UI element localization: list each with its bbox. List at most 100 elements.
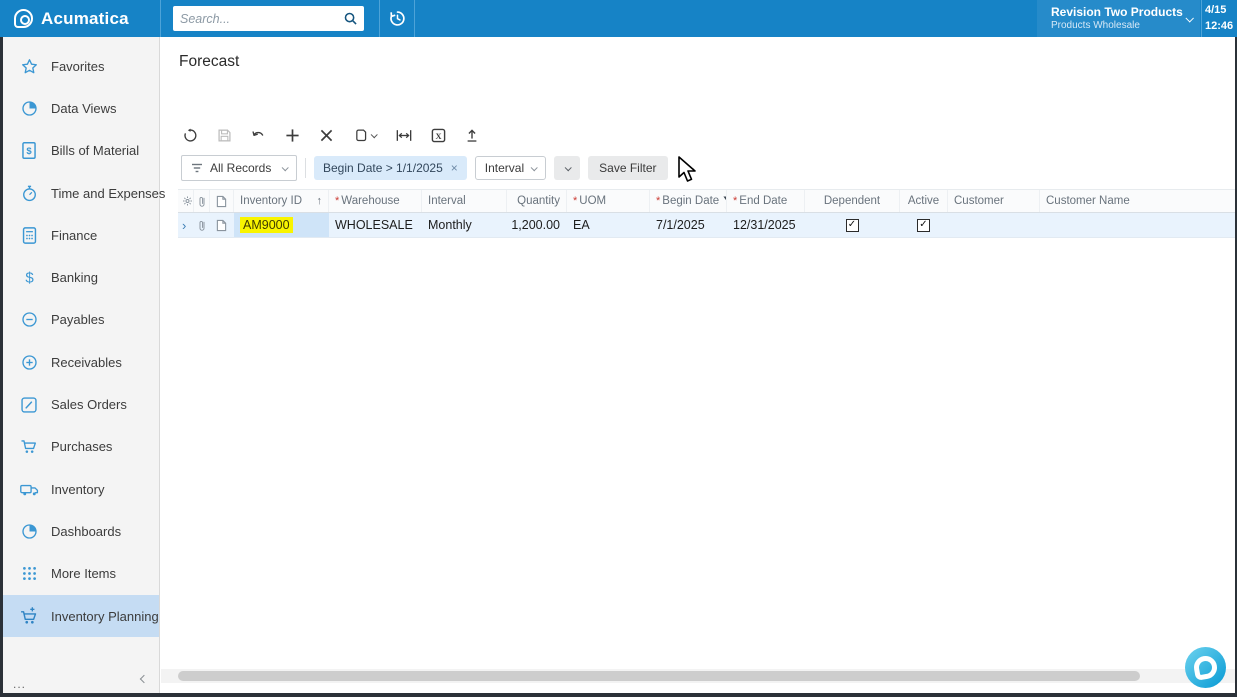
search-input[interactable] bbox=[180, 12, 344, 26]
topbar-divider bbox=[1201, 0, 1202, 37]
save-filter-button[interactable]: Save Filter bbox=[588, 156, 667, 180]
cell-quantity[interactable]: 1,200.00 bbox=[507, 213, 567, 237]
delete-row-button[interactable] bbox=[309, 121, 343, 149]
column-header-inventory-id[interactable]: Inventory ID↑ bbox=[234, 190, 329, 212]
datetime-display[interactable]: 4/15 12:46 bbox=[1205, 0, 1237, 37]
sort-asc-icon[interactable]: ↑ bbox=[317, 195, 323, 207]
column-header-warehouse[interactable]: *Warehouse bbox=[329, 190, 422, 212]
column-header-customer[interactable]: Customer bbox=[948, 190, 1040, 212]
sidebar-footer: ... bbox=[3, 673, 159, 691]
sidebar-item-finance[interactable]: Finance bbox=[3, 214, 159, 256]
history-button[interactable] bbox=[380, 0, 415, 37]
copy-icon bbox=[354, 128, 368, 143]
cell-uom[interactable]: EA bbox=[567, 213, 650, 237]
column-header-active[interactable]: Active bbox=[900, 190, 948, 212]
assistant-chat-bubble[interactable] bbox=[1185, 647, 1226, 688]
sidebar-item-dashboards[interactable]: Dashboards bbox=[3, 510, 159, 552]
sidebar-item-banking[interactable]: $ Banking bbox=[3, 256, 159, 298]
header-attachment-cell[interactable] bbox=[194, 190, 210, 212]
svg-text:$: $ bbox=[25, 269, 34, 286]
column-header-begin-date[interactable]: *Begin Date bbox=[650, 190, 727, 212]
sidebar-nav: Favorites Data Views $ Bills of Material… bbox=[3, 37, 159, 637]
fit-width-icon bbox=[396, 129, 412, 142]
acumatica-logo[interactable]: Acumatica bbox=[14, 0, 129, 37]
acumatica-logo-icon bbox=[14, 9, 33, 28]
copy-paste-button[interactable] bbox=[343, 121, 387, 149]
records-filter-dropdown[interactable]: All Records bbox=[181, 155, 297, 181]
sidebar-item-more-items[interactable]: More Items bbox=[3, 553, 159, 595]
sidebar-item-favorites[interactable]: Favorites bbox=[3, 45, 159, 87]
undo-button[interactable] bbox=[241, 121, 275, 149]
row-expand-button[interactable]: › bbox=[178, 213, 194, 237]
cell-dependent: ✓ bbox=[805, 213, 900, 237]
sidebar-item-purchases[interactable]: Purchases bbox=[3, 426, 159, 468]
grid-header-row: Inventory ID↑ *Warehouse Interval Quanti… bbox=[178, 189, 1235, 213]
horizontal-scrollbar-thumb[interactable] bbox=[178, 671, 1140, 681]
sidebar-item-data-views[interactable]: Data Views bbox=[3, 87, 159, 129]
fit-width-button[interactable] bbox=[387, 121, 421, 149]
tenant-selector[interactable]: Revision Two Products Products Wholesale bbox=[1037, 0, 1200, 37]
cell-customer-name[interactable] bbox=[1040, 213, 1235, 237]
remove-filter-icon[interactable]: × bbox=[451, 161, 458, 175]
cell-inventory-id[interactable]: AM9000 bbox=[234, 213, 329, 237]
sidebar-more-dots[interactable]: ... bbox=[13, 677, 26, 691]
column-header-dependent[interactable]: Dependent bbox=[805, 190, 900, 212]
dependent-checkbox[interactable]: ✓ bbox=[846, 219, 859, 232]
chevron-down-icon bbox=[282, 164, 289, 171]
filter-expand-button[interactable] bbox=[554, 156, 580, 180]
active-checkbox[interactable]: ✓ bbox=[917, 219, 930, 232]
pie-chart-icon bbox=[18, 97, 40, 119]
column-header-uom[interactable]: *UOM bbox=[567, 190, 650, 212]
header-notes-cell[interactable] bbox=[210, 190, 234, 212]
sidebar-item-payables[interactable]: Payables bbox=[3, 299, 159, 341]
column-header-interval[interactable]: Interval bbox=[422, 190, 507, 212]
save-button[interactable] bbox=[207, 121, 241, 149]
search-icon[interactable] bbox=[344, 12, 357, 25]
sidebar: Favorites Data Views $ Bills of Material… bbox=[3, 37, 160, 693]
sidebar-item-label: Favorites bbox=[51, 59, 104, 74]
add-row-button[interactable] bbox=[275, 121, 309, 149]
main-content: Forecast X All Records Begin Date > 1/1/… bbox=[161, 37, 1235, 693]
upload-button[interactable] bbox=[455, 121, 489, 149]
filterbar-divider bbox=[305, 158, 306, 178]
app-window: Acumatica Revision Two Products Products… bbox=[0, 0, 1237, 697]
cell-customer[interactable] bbox=[948, 213, 1040, 237]
required-marker: * bbox=[656, 195, 660, 207]
filter-more-button[interactable]: ··· bbox=[676, 160, 701, 176]
global-search[interactable] bbox=[173, 6, 364, 31]
cell-warehouse[interactable]: WHOLESALE bbox=[329, 213, 422, 237]
header-settings-cell[interactable] bbox=[178, 190, 194, 212]
column-header-customer-name[interactable]: Customer Name bbox=[1040, 190, 1235, 212]
star-icon bbox=[18, 55, 40, 77]
cell-end-date[interactable]: 12/31/2025 bbox=[727, 213, 805, 237]
interval-filter-chip[interactable]: Interval bbox=[475, 156, 546, 180]
begin-date-filter-chip[interactable]: Begin Date > 1/1/2025 × bbox=[314, 156, 467, 180]
upload-icon bbox=[465, 128, 479, 143]
sidebar-item-label: Payables bbox=[51, 312, 104, 327]
row-notes-button[interactable] bbox=[210, 213, 234, 237]
export-excel-button[interactable]: X bbox=[421, 121, 455, 149]
sidebar-item-inventory[interactable]: Inventory bbox=[3, 468, 159, 510]
table-row[interactable]: › AM9000 WHOLESALE Monthly 1,200.00 EA 7… bbox=[178, 213, 1235, 238]
sidebar-item-receivables[interactable]: Receivables bbox=[3, 341, 159, 383]
cell-begin-date[interactable]: 7/1/2025 bbox=[650, 213, 727, 237]
sidebar-item-bills-of-material[interactable]: $ Bills of Material bbox=[3, 130, 159, 172]
sidebar-item-inventory-planning[interactable]: Inventory Planning bbox=[3, 595, 159, 637]
sidebar-item-label: Dashboards bbox=[51, 524, 121, 539]
excel-icon: X bbox=[431, 128, 446, 143]
calculator-icon bbox=[18, 224, 40, 246]
topbar-divider bbox=[160, 0, 161, 37]
column-header-quantity[interactable]: Quantity bbox=[507, 190, 567, 212]
row-attachment-button[interactable] bbox=[194, 213, 210, 237]
sidebar-collapse-button[interactable] bbox=[141, 669, 147, 687]
column-header-end-date[interactable]: *End Date bbox=[727, 190, 805, 212]
paperclip-icon bbox=[198, 219, 206, 232]
cell-interval[interactable]: Monthly bbox=[422, 213, 507, 237]
sidebar-item-sales-orders[interactable]: Sales Orders bbox=[3, 383, 159, 425]
refresh-icon bbox=[183, 128, 198, 143]
save-filter-label: Save Filter bbox=[599, 161, 656, 175]
svg-text:$: $ bbox=[26, 146, 32, 157]
forecast-grid: Inventory ID↑ *Warehouse Interval Quanti… bbox=[178, 189, 1235, 238]
refresh-button[interactable] bbox=[173, 121, 207, 149]
sidebar-item-time-and-expenses[interactable]: Time and Expenses bbox=[3, 172, 159, 214]
